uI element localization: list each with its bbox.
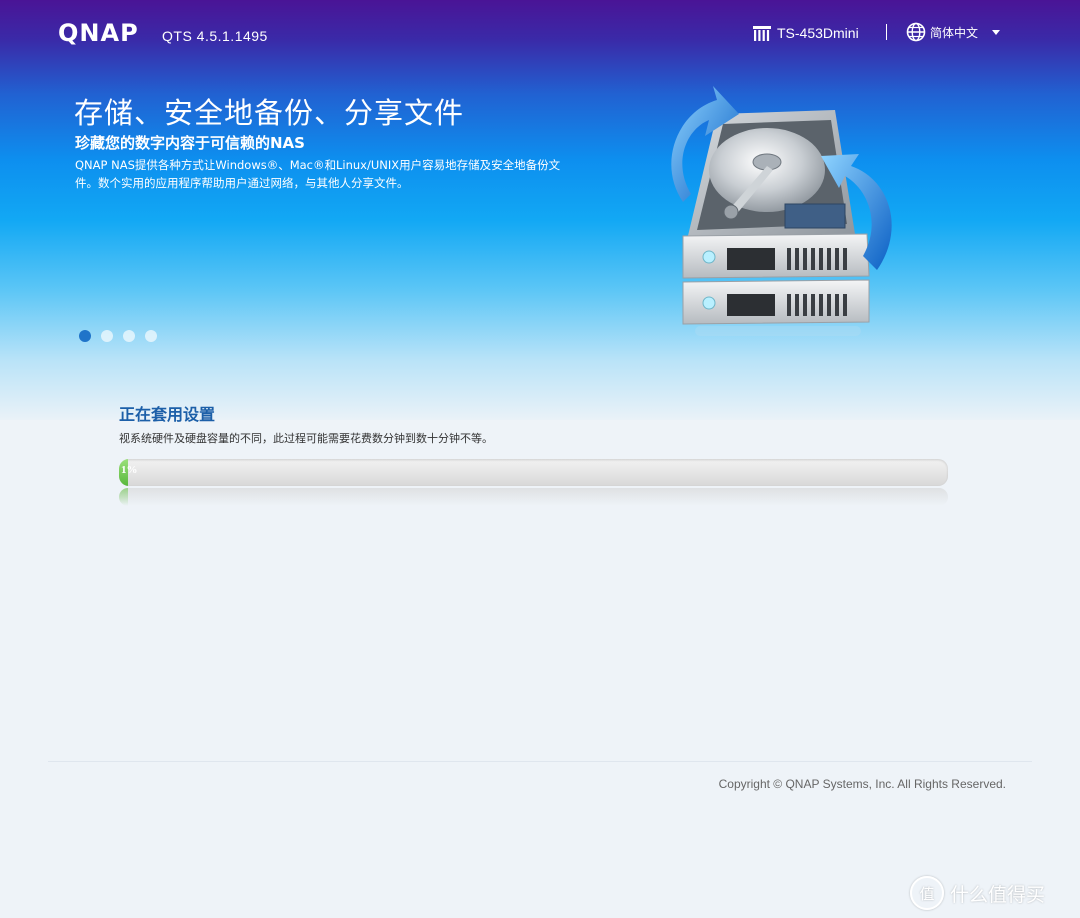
header-divider [886,24,887,40]
progress-reflection-fill [119,488,129,506]
nas-device-icon [753,25,771,41]
progress-percent: 1% [121,464,138,476]
language-label: 简体中文 [930,25,979,40]
hero-banner: QNAP QTS 4.5.1.1495 TS-453Dmini 简体中文 存储、… [0,0,1080,420]
carousel-dot-4[interactable] [145,330,157,342]
device-model: TS-453Dmini [752,22,859,44]
globe-icon [906,22,926,42]
carousel-dot-2[interactable] [101,330,113,342]
setup-status-description: 视系统硬件及硬盘容量的不同，此过程可能需要花费数分钟到数十分钟不等。 [119,432,493,445]
chevron-down-icon [992,29,1001,35]
setup-progress-bar: 1% [119,459,948,486]
footer-divider [48,761,1032,762]
hero-description: QNAP NAS提供各种方式让Windows®、Mac®和Linux/UNIX用… [75,158,561,190]
hero-subheadline: 珍藏您的数字内容于可信赖的NAS [75,134,305,152]
watermark-badge: 值 [910,876,944,910]
carousel-dot-3[interactable] [123,330,135,342]
carousel-dots [79,330,157,342]
watermark-text: 什么值得买 [950,883,1046,906]
qnap-logo: QNAP [58,19,139,47]
progress-reflection [119,488,948,506]
top-bar: QNAP QTS 4.5.1.1495 TS-453Dmini 简体中文 [0,0,1080,70]
language-selector[interactable]: 简体中文 [906,20,1001,44]
hero-headline: 存储、安全地备份、分享文件 [74,96,465,130]
copyright-text: Copyright © QNAP Systems, Inc. All Right… [718,777,1006,791]
hard-drive-backup-icon [671,86,892,336]
site-watermark: 值 什么值得买 [910,876,1045,910]
carousel-dot-1[interactable] [79,330,91,342]
setup-status-title: 正在套用设置 [119,405,216,424]
firmware-version: QTS 4.5.1.1495 [162,28,268,44]
device-model-label: TS-453Dmini [777,25,859,41]
